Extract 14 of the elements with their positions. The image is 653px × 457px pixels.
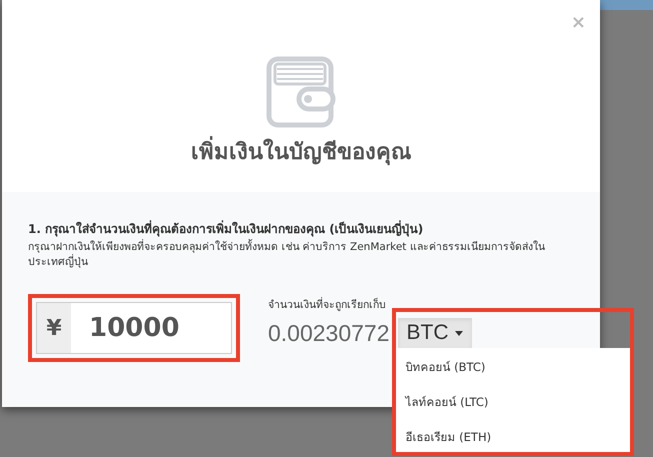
charge-amount: 0.00230772 [268,320,390,346]
dialog-title: เพิ่มเงินในบัญชีของคุณ [191,138,411,168]
menu-item[interactable]: ไลท์คอยน์ (LTC) [406,385,630,420]
caret-icon [454,330,463,336]
charge-label: จำนวนเงินที่จะถูกเรียกเก็บ [268,298,387,312]
menu-item[interactable]: บิทคอยน์ (BTC) [406,350,630,385]
step-heading: 1. กรุณาใส่จำนวนเงินที่คุณต้องการเพิ่มในเงินฝากของคุณ (เป็นเงินเยนญี่ปุ่น) [28,220,424,238]
yen-prefix: ¥ [37,303,71,353]
step-note: กรุณาฝากเงินให้เพียงพอที่จะครอบคลุมค่าใช้จ่ายทั้งหมด เช่น ค่าบริการ ZenMarket และค่าธรรมเนียมการจัดส่งในประเทศญี่ปุ่น [28,240,546,270]
wallet-icon [266,56,336,128]
amount-field[interactable]: ¥ 10000 [36,302,232,354]
header-bar [600,0,653,10]
currency-dropdown[interactable]: BTC [398,318,472,348]
menu-item[interactable]: อีเธอเรียม (ETH) [406,420,630,455]
